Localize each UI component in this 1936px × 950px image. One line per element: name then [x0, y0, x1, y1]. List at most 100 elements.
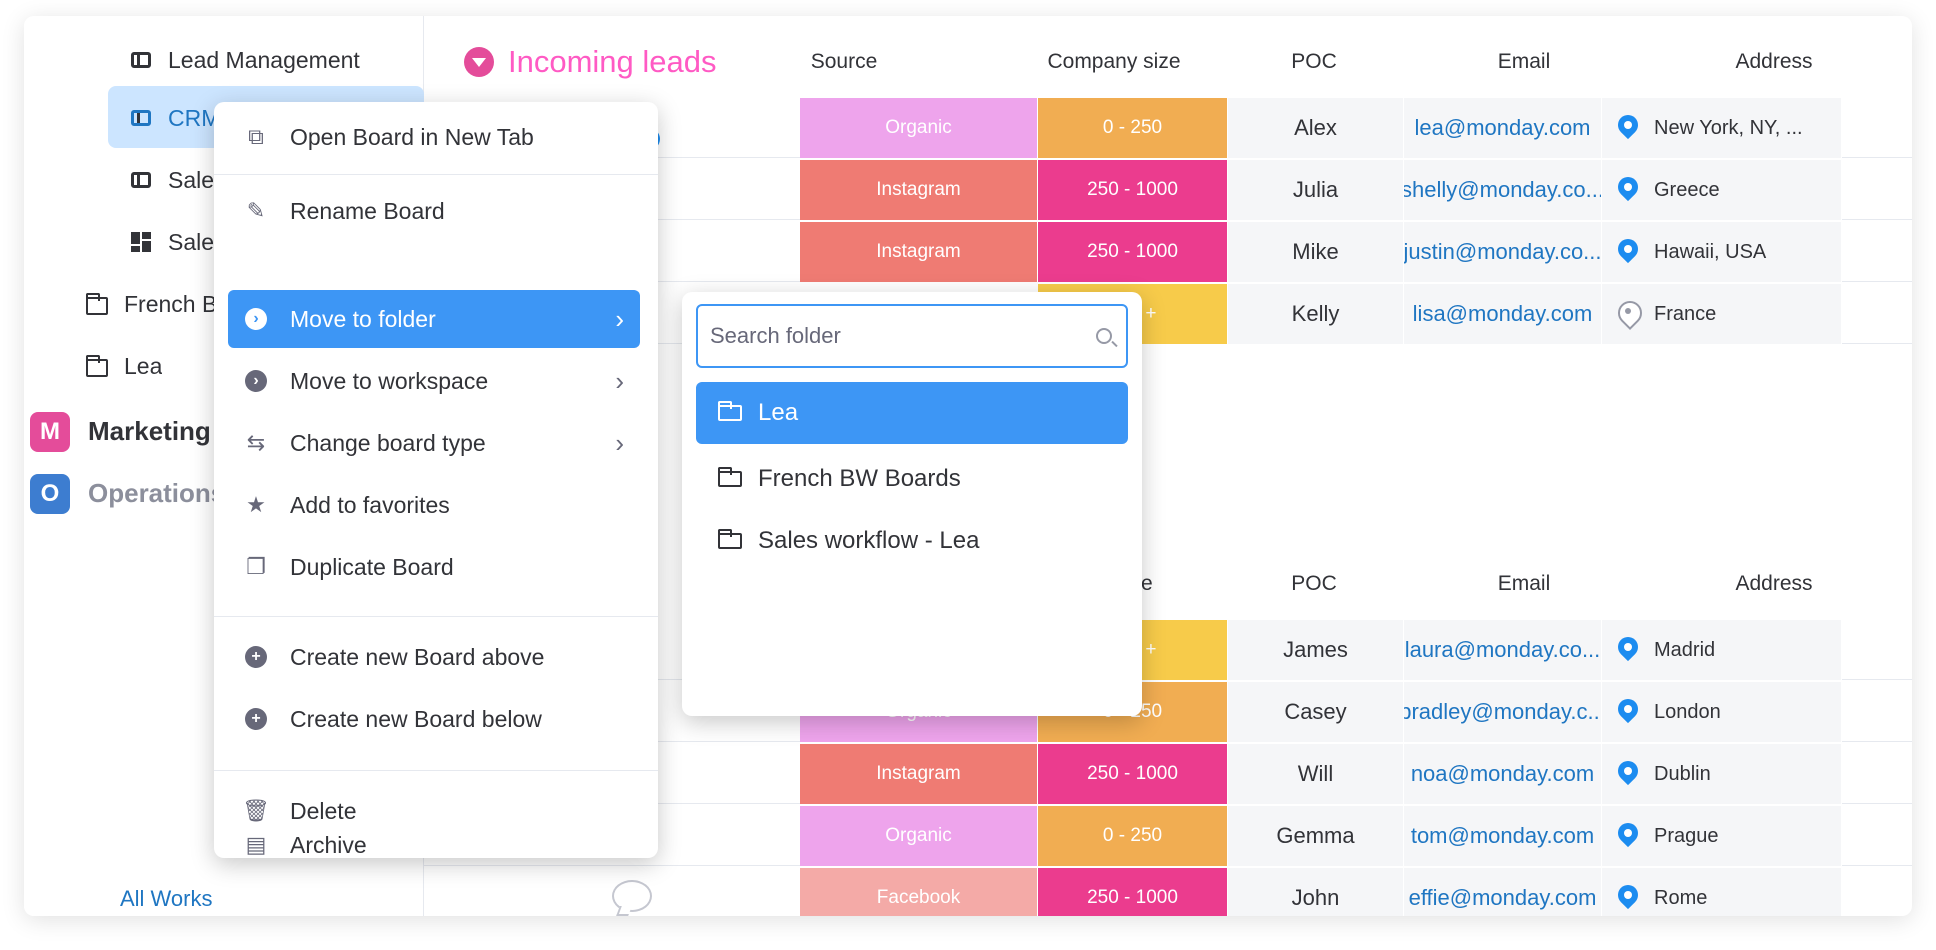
menu-item-label: Add to favorites: [290, 491, 450, 518]
address-cell[interactable]: New York, NY, ...: [1602, 98, 1842, 158]
comment-bubble-icon[interactable]: [612, 880, 652, 912]
email-link[interactable]: noa@monday.com: [1404, 744, 1602, 804]
sidebar-item-label: Sale: [168, 228, 215, 255]
menu-rename-board[interactable]: ✎ Rename Board: [228, 182, 640, 240]
menu-create-board-above[interactable]: + Create new Board above: [228, 628, 640, 686]
address-text: Rome: [1654, 886, 1708, 909]
sidebar-folder-lea[interactable]: Lea: [86, 346, 162, 386]
sidebar-item-label: Lead Management: [168, 46, 360, 73]
all-workspaces-link[interactable]: All Works: [120, 886, 213, 912]
company-size-status-cell[interactable]: 250 - 1000: [1038, 744, 1228, 804]
folder-search-input[interactable]: [710, 306, 1080, 366]
email-link[interactable]: bradley@monday.c...: [1404, 682, 1602, 742]
sidebar-item-sales-board[interactable]: Sale: [130, 160, 214, 200]
swap-icon: ⇆: [246, 430, 266, 455]
sidebar-item-lead-management[interactable]: Lead Management: [130, 40, 360, 80]
poc-cell[interactable]: Casey: [1228, 682, 1404, 742]
arrow-circle-icon: ›: [244, 369, 268, 393]
star-icon: ★: [246, 492, 266, 517]
menu-add-to-favorites[interactable]: ★ Add to favorites: [228, 476, 640, 534]
folder-icon: [718, 467, 742, 487]
email-link[interactable]: shelly@monday.co...: [1404, 160, 1602, 220]
poc-cell[interactable]: Mike: [1228, 222, 1404, 282]
menu-create-board-below[interactable]: + Create new Board below: [228, 690, 640, 748]
email-link[interactable]: lea@monday.com: [1404, 98, 1602, 158]
address-text: Prague: [1654, 824, 1719, 847]
email-link[interactable]: lisa@monday.com: [1404, 284, 1602, 344]
poc-cell[interactable]: Will: [1228, 744, 1404, 804]
company-size-status-cell[interactable]: 250 - 1000: [1038, 160, 1228, 220]
location-pin-icon: [1618, 115, 1638, 141]
column-header-poc[interactable]: POC: [1264, 50, 1364, 74]
workspace-badge-marketing[interactable]: M: [30, 412, 70, 452]
address-cell[interactable]: Madrid: [1602, 620, 1842, 680]
source-status-cell[interactable]: Facebook: [800, 868, 1038, 916]
location-pin-icon: [1618, 823, 1638, 849]
app-window: Lead Management CRM Sale Sale French B L…: [24, 16, 1912, 916]
poc-cell[interactable]: Kelly: [1228, 284, 1404, 344]
source-status-cell[interactable]: Instagram: [800, 160, 1038, 220]
sidebar-item-crm[interactable]: CRM: [130, 98, 220, 138]
email-link[interactable]: justin@monday.co...: [1404, 222, 1602, 282]
folder-option-french-bw-boards[interactable]: French BW Boards: [696, 448, 1128, 510]
address-cell[interactable]: Dublin: [1602, 744, 1842, 804]
menu-move-to-folder[interactable]: › Move to folder ›: [228, 290, 640, 348]
poc-cell[interactable]: James: [1228, 620, 1404, 680]
address-text: Hawaii, USA: [1654, 240, 1767, 263]
company-size-status-cell[interactable]: 250 - 1000: [1038, 868, 1228, 916]
address-text: New York, NY, ...: [1654, 116, 1803, 139]
column-header-poc[interactable]: POC: [1264, 572, 1364, 596]
group-header[interactable]: Incoming leads: [464, 44, 717, 80]
column-header-email[interactable]: Email: [1464, 50, 1584, 74]
workspace-name-marketing[interactable]: Marketing: [88, 416, 211, 447]
address-cell[interactable]: London: [1602, 682, 1842, 742]
column-header-source[interactable]: Source: [794, 50, 894, 74]
poc-cell[interactable]: Julia: [1228, 160, 1404, 220]
plus-circle-icon: +: [244, 645, 268, 669]
company-size-status-cell[interactable]: 250 - 1000: [1038, 222, 1228, 282]
folder-search[interactable]: [696, 304, 1128, 368]
address-text: London: [1654, 700, 1721, 723]
menu-item-label: Archive: [290, 831, 367, 858]
menu-open-new-tab[interactable]: ⧉ Open Board in New Tab: [228, 108, 640, 166]
group-title[interactable]: Incoming leads: [508, 44, 717, 80]
column-header-email[interactable]: Email: [1464, 572, 1584, 596]
menu-item-label: Duplicate Board: [290, 553, 454, 580]
address-cell[interactable]: Rome: [1602, 868, 1842, 916]
source-status-cell[interactable]: Organic: [800, 98, 1038, 158]
workspace-badge-operations[interactable]: O: [30, 474, 70, 514]
address-cell[interactable]: Greece: [1602, 160, 1842, 220]
poc-cell[interactable]: John: [1228, 868, 1404, 916]
email-link[interactable]: tom@monday.com: [1404, 806, 1602, 866]
trash-icon: 🗑: [242, 798, 270, 823]
poc-cell[interactable]: Gemma: [1228, 806, 1404, 866]
menu-divider: [214, 616, 658, 617]
menu-change-board-type[interactable]: ⇆ Change board type ›: [228, 414, 640, 472]
address-cell[interactable]: France: [1602, 284, 1842, 344]
source-status-cell[interactable]: Instagram: [800, 222, 1038, 282]
source-status-cell[interactable]: Instagram: [800, 744, 1038, 804]
folder-option-sales-workflow-lea[interactable]: Sales workflow - Lea: [696, 510, 1128, 572]
address-cell[interactable]: Hawaii, USA: [1602, 222, 1842, 282]
menu-duplicate-board[interactable]: ❐ Duplicate Board: [228, 538, 640, 596]
column-header-address[interactable]: Address: [1694, 50, 1854, 74]
sidebar-item-sales-dashboard[interactable]: Sale: [130, 222, 214, 262]
folder-option-lea[interactable]: Lea: [696, 382, 1128, 444]
source-status-cell[interactable]: Organic: [800, 806, 1038, 866]
address-cell[interactable]: Prague: [1602, 806, 1842, 866]
company-size-status-cell[interactable]: 0 - 250: [1038, 806, 1228, 866]
workspace-name-operations[interactable]: Operations: [88, 478, 225, 509]
menu-archive[interactable]: ▤ Archive: [228, 832, 640, 858]
plus-circle-icon: +: [244, 707, 268, 731]
collapse-group-icon[interactable]: [464, 47, 494, 77]
poc-cell[interactable]: Alex: [1228, 98, 1404, 158]
column-header-company-size[interactable]: Company size: [1014, 50, 1214, 74]
sidebar-folder-french[interactable]: French B: [86, 284, 217, 324]
table-row[interactable]: Facebook 250 - 1000 John effie@monday.com Ro…: [424, 868, 1912, 916]
column-header-address[interactable]: Address: [1694, 572, 1854, 596]
arrow-circle-icon: ›: [244, 307, 268, 331]
menu-move-to-workspace[interactable]: › Move to workspace ›: [228, 352, 640, 410]
company-size-status-cell[interactable]: 0 - 250: [1038, 98, 1228, 158]
email-link[interactable]: effie@monday.com: [1404, 868, 1602, 916]
email-link[interactable]: laura@monday.co...: [1404, 620, 1602, 680]
